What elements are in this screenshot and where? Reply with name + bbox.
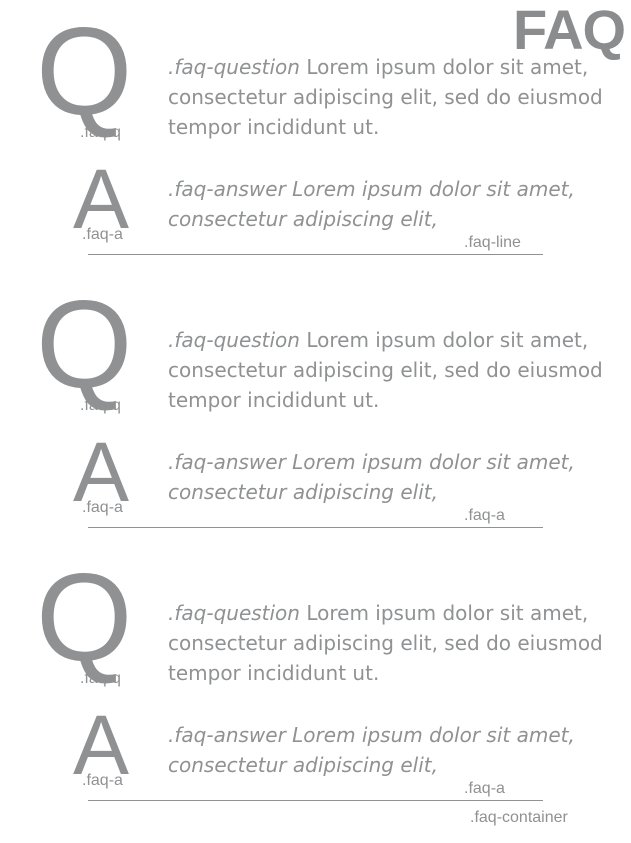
faq-answer: .faq-answer Lorem ipsum dolor sit amet, … xyxy=(168,177,575,231)
faq-answer: .faq-answer Lorem ipsum dolor sit amet, … xyxy=(168,723,575,777)
faq-a-label: .faq-a xyxy=(82,499,123,516)
faq-a-label: .faq-a xyxy=(82,226,123,243)
faq-q-label: .faq-q xyxy=(80,124,121,141)
faq-divider-line xyxy=(88,254,543,255)
faq-line-label: .faq-a xyxy=(464,507,505,524)
faq-item: Q .faq-q .faq-question Lorem ipsum dolor… xyxy=(0,556,631,843)
faq-question: .faq-question Lorem ipsum dolor sit amet… xyxy=(168,325,608,415)
faq-line-label: .faq-a xyxy=(464,780,505,797)
faq-item: Q .faq-q .faq-question Lorem ipsum dolor… xyxy=(0,10,631,297)
faq-line-label: .faq-line xyxy=(464,234,521,251)
faq-container-label: .faq-container xyxy=(470,809,568,826)
faq-answer: .faq-answer Lorem ipsum dolor sit amet, … xyxy=(168,450,575,504)
q-letter: Q xyxy=(36,276,133,414)
faq-q-label: .faq-q xyxy=(80,670,121,687)
question-class-label: .faq-question xyxy=(168,55,300,79)
question-class-label: .faq-question xyxy=(168,601,300,625)
question-class-label: .faq-question xyxy=(168,328,300,352)
faq-a-label: .faq-a xyxy=(82,772,123,789)
faq-item: Q .faq-q .faq-question Lorem ipsum dolor… xyxy=(0,283,631,570)
faq-question: .faq-question Lorem ipsum dolor sit amet… xyxy=(168,52,608,142)
q-letter: Q xyxy=(36,549,133,687)
faq-question: .faq-question Lorem ipsum dolor sit amet… xyxy=(168,598,608,688)
faq-divider-line xyxy=(88,800,543,801)
faq-divider-line xyxy=(88,527,543,528)
faq-q-label: .faq-q xyxy=(80,397,121,414)
q-letter: Q xyxy=(36,3,133,141)
